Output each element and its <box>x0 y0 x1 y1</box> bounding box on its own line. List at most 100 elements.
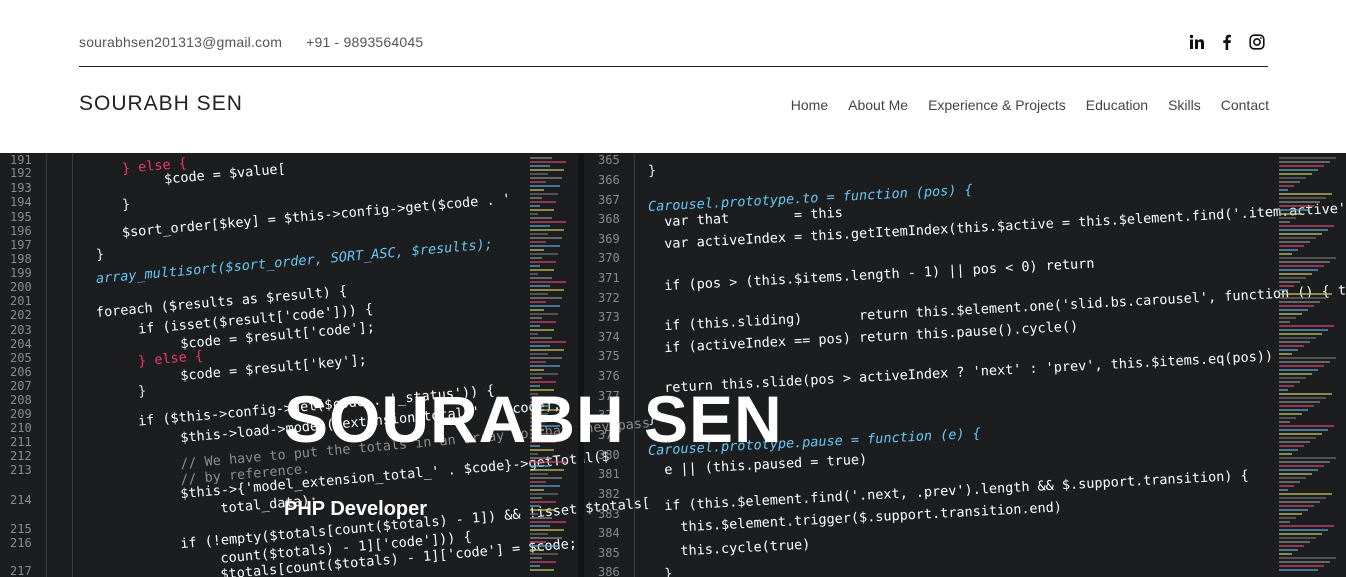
minimap-line <box>1279 357 1336 359</box>
minimap-line <box>1279 433 1322 435</box>
line-number: 369 <box>598 232 620 246</box>
minimap-line <box>1279 469 1318 471</box>
minimap-line <box>1279 253 1292 255</box>
nav-home[interactable]: Home <box>791 97 828 113</box>
minimap-line <box>1279 241 1310 243</box>
minimap-line <box>530 505 540 507</box>
minimap-line <box>1279 221 1290 223</box>
minimap-line <box>530 245 560 247</box>
minimap-line <box>1279 201 1320 203</box>
minimap-line <box>1279 541 1310 543</box>
minimap-line <box>530 293 548 295</box>
minimap-line <box>530 213 538 215</box>
minimap-line <box>1279 309 1308 311</box>
minimap-line <box>530 533 548 535</box>
minimap-line <box>1279 413 1302 415</box>
code-line: $sort_order[$key] = $this->config->get($… <box>121 191 512 241</box>
email-link[interactable]: sourabhsen201313@gmail.com <box>79 34 282 50</box>
minimap-line <box>1279 245 1304 247</box>
minimap-line <box>1279 293 1332 295</box>
minimap-line <box>1279 453 1292 455</box>
minimap-line <box>1279 321 1290 323</box>
minimap-line <box>1279 333 1322 335</box>
line-number: 370 <box>598 251 620 265</box>
minimap-line <box>530 241 546 243</box>
hero-subtitle: PHP Developer <box>284 498 428 520</box>
minimap-line <box>530 525 550 527</box>
nav-experience-projects[interactable]: Experience & Projects <box>928 97 1066 113</box>
minimap-line <box>1279 365 1324 367</box>
nav-about-me[interactable]: About Me <box>848 97 908 113</box>
nav-skills[interactable]: Skills <box>1168 97 1201 113</box>
minimap-line <box>1279 501 1320 503</box>
minimap-line <box>1279 485 1294 487</box>
minimap-line <box>530 541 546 543</box>
line-number: 212 <box>10 449 32 463</box>
minimap-line <box>1279 477 1306 479</box>
linkedin-icon[interactable] <box>1188 33 1206 51</box>
line-number: 214 <box>10 493 32 507</box>
line-number: 206 <box>10 365 32 379</box>
nav-contact[interactable]: Contact <box>1221 97 1269 113</box>
line-number: 200 <box>10 280 32 294</box>
minimap-line <box>530 217 552 219</box>
minimap-line <box>530 205 540 207</box>
minimap-line <box>1279 441 1310 443</box>
line-number: 365 <box>598 153 620 167</box>
minimap-left <box>530 153 576 577</box>
code-line: } <box>95 246 105 263</box>
minimap-line <box>1279 325 1334 327</box>
minimap-line <box>1279 525 1334 527</box>
minimap-line <box>530 193 558 195</box>
line-number: 372 <box>598 291 620 305</box>
minimap-line <box>1279 329 1328 331</box>
hero-section: 191 192 193 194 195 196 197 198 199 200 … <box>0 153 1346 577</box>
minimap-line <box>530 333 538 335</box>
minimap-line <box>530 481 546 483</box>
minimap-line <box>1279 481 1300 483</box>
code-line: array_multisort($sort_order, SORT_ASC, $… <box>95 236 494 287</box>
minimap-right <box>1276 153 1342 577</box>
code-line: } <box>647 565 673 577</box>
facebook-icon[interactable] <box>1218 33 1236 51</box>
site-header: sourabhsen201313@gmail.com +91 - 9893564… <box>0 0 1346 153</box>
instagram-icon[interactable] <box>1248 33 1266 51</box>
minimap-line <box>1279 281 1300 283</box>
minimap-line <box>1279 257 1336 259</box>
minimap-line <box>1279 505 1314 507</box>
minimap-line <box>1279 409 1308 411</box>
minimap-line <box>530 377 542 379</box>
minimap-line <box>1279 457 1336 459</box>
minimap-line <box>1279 233 1322 235</box>
minimap-line <box>530 353 548 355</box>
minimap-line <box>1279 537 1316 539</box>
nav-education[interactable]: Education <box>1086 97 1148 113</box>
phone-link[interactable]: +91 - 9893564045 <box>306 34 423 50</box>
minimap-line <box>1279 349 1298 351</box>
pane-divider <box>578 153 584 577</box>
minimap-line <box>530 365 560 367</box>
minimap-line <box>530 545 560 547</box>
line-number: 195 <box>10 210 32 224</box>
minimap-line <box>1279 205 1314 207</box>
minimap-line <box>1279 461 1330 463</box>
minimap-line <box>530 197 542 199</box>
site-brand[interactable]: SOURABH SEN <box>79 92 243 116</box>
minimap-line <box>530 493 558 495</box>
gutter-line <box>72 153 73 577</box>
line-number: 216 <box>10 536 32 550</box>
minimap-line <box>1279 377 1306 379</box>
minimap-line <box>1279 513 1302 515</box>
minimap-line <box>530 169 564 171</box>
line-number: 383 <box>598 507 620 521</box>
minimap-line <box>1279 313 1302 315</box>
minimap-line <box>1279 169 1318 171</box>
minimap-line <box>530 517 552 519</box>
minimap-line <box>530 325 540 327</box>
line-number: 381 <box>598 467 620 481</box>
minimap-line <box>530 501 556 503</box>
minimap-line <box>1279 209 1308 211</box>
minimap-line <box>530 373 558 375</box>
minimap-line <box>1279 429 1328 431</box>
minimap-line <box>1279 185 1294 187</box>
